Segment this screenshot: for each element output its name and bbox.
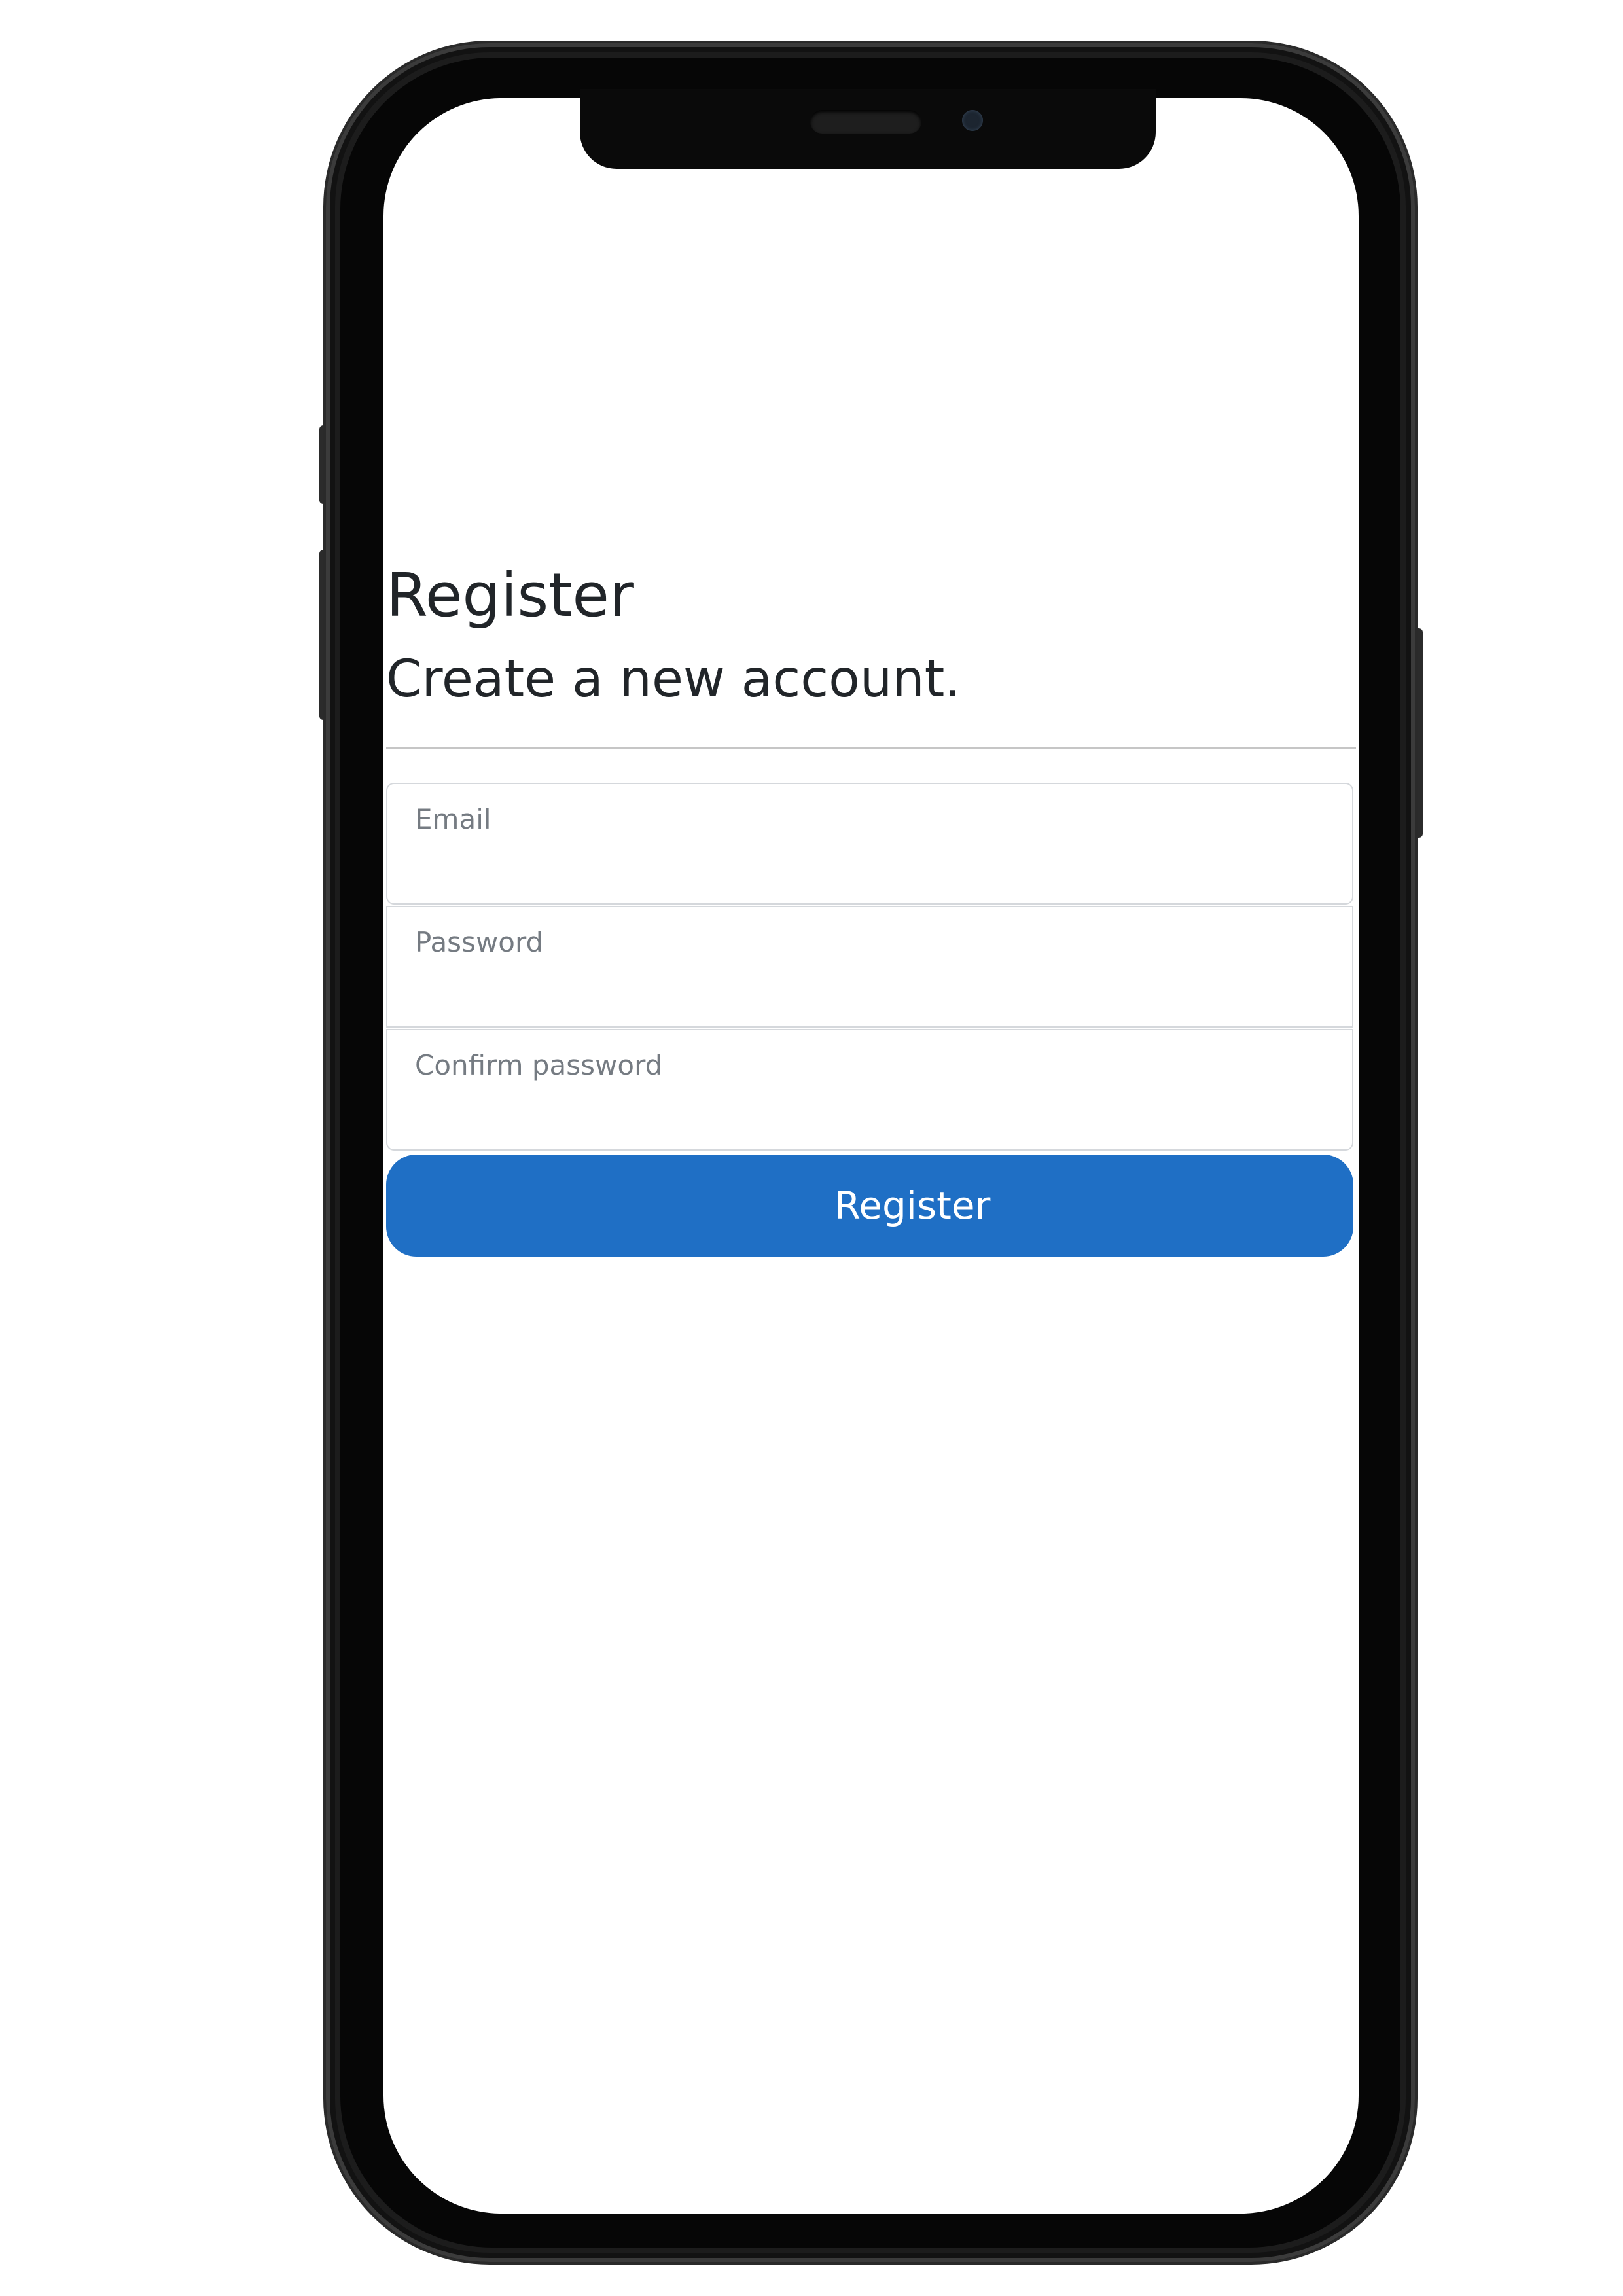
email-field[interactable]: Email: [386, 783, 1353, 905]
speaker-grille: [810, 110, 921, 134]
password-field-placeholder: Password: [415, 926, 544, 958]
phone-power-button: [1414, 628, 1423, 838]
password-field[interactable]: Password: [386, 906, 1353, 1028]
register-page: Register Create a new account. Email Pas…: [386, 98, 1356, 2214]
register-button[interactable]: Register: [386, 1155, 1353, 1257]
phone-screen: Register Create a new account. Email Pas…: [383, 98, 1359, 2214]
front-camera: [962, 110, 983, 131]
divider: [386, 747, 1356, 749]
page-root: Register Create a new account. Email Pas…: [0, 0, 1623, 2296]
page-title: Register: [386, 560, 634, 630]
email-field-placeholder: Email: [415, 803, 491, 835]
confirm-password-field-placeholder: Confirm password: [415, 1049, 663, 1081]
page-subtitle: Create a new account.: [386, 650, 961, 709]
confirm-password-field[interactable]: Confirm password: [386, 1029, 1353, 1151]
